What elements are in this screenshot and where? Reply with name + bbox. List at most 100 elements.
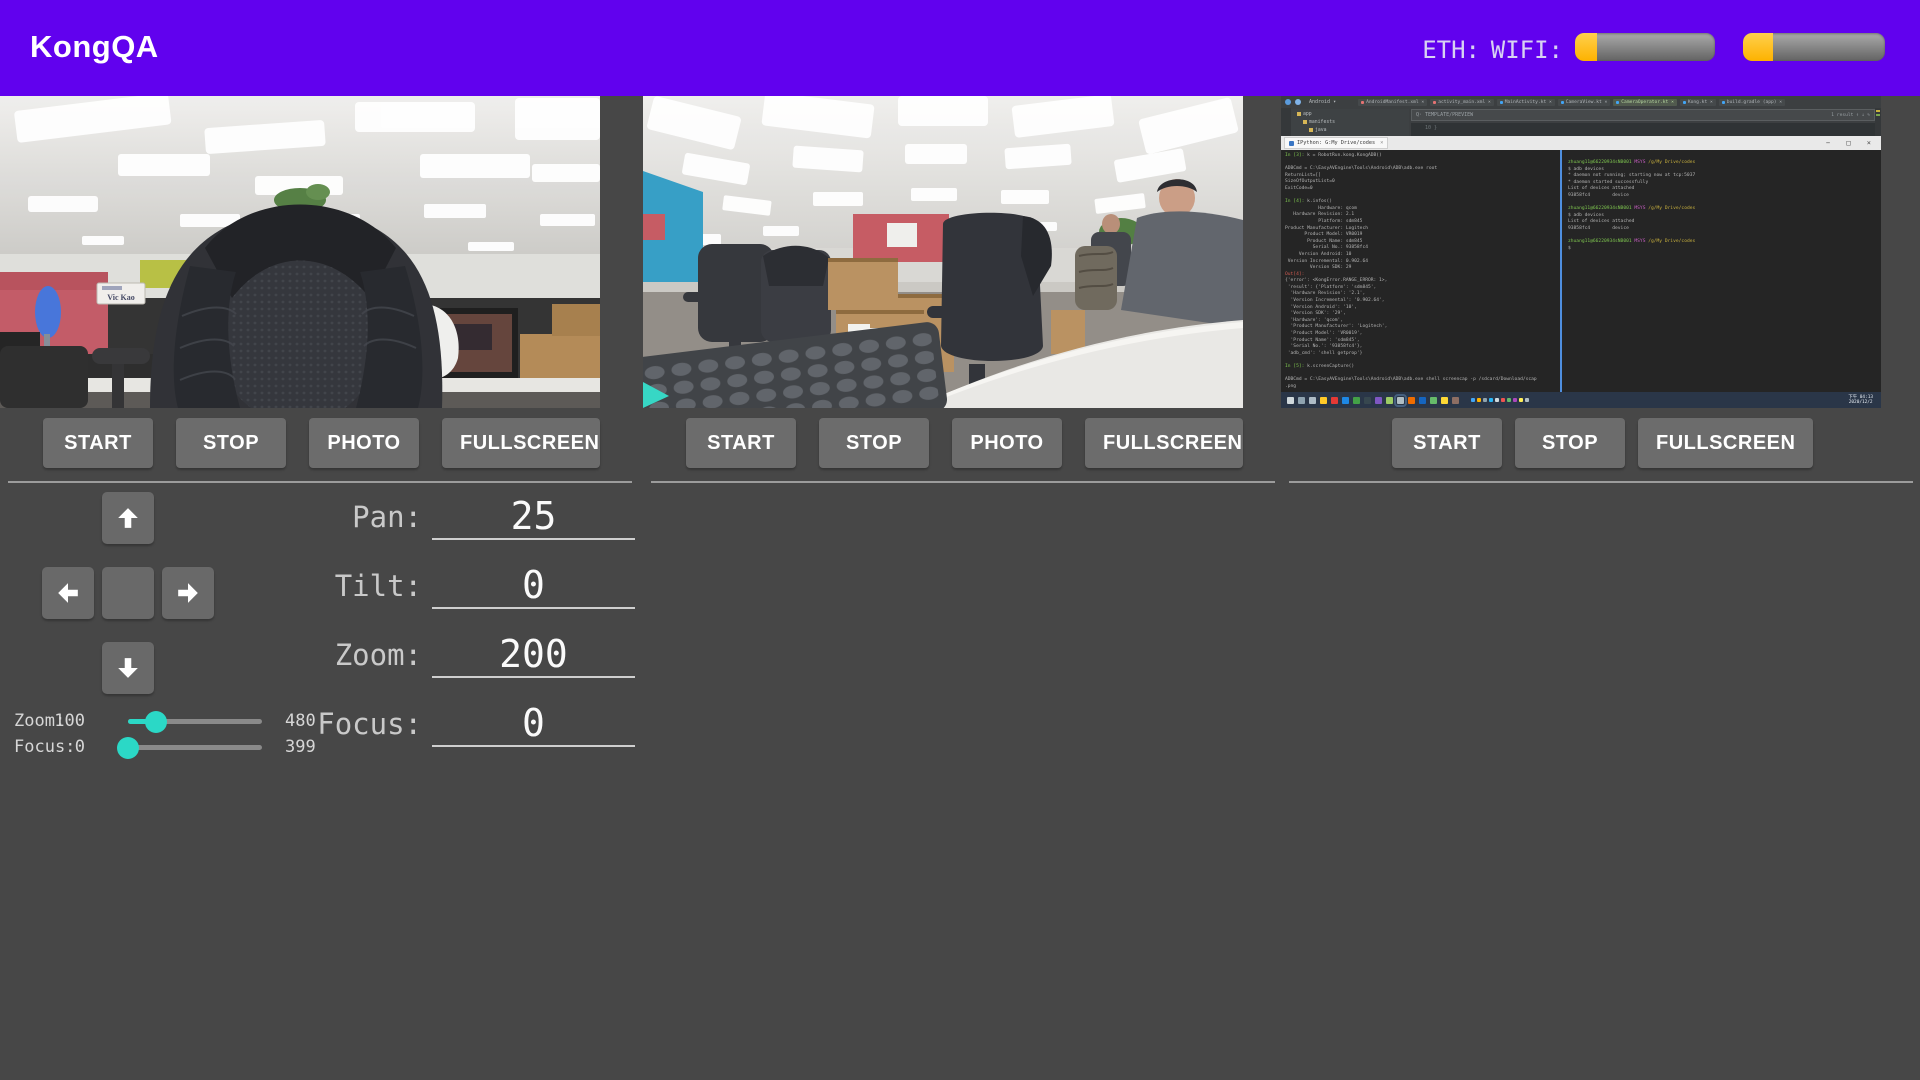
eth-label: ETH: xyxy=(1422,36,1480,64)
console-line: SizeOfOutputList=0 xyxy=(1285,179,1560,186)
arrow-up-icon xyxy=(116,506,140,530)
pan-right-button[interactable] xyxy=(162,567,214,619)
search-icon xyxy=(1298,397,1305,404)
camera-feed-2-image xyxy=(643,96,1243,408)
camera-feed-1-image: Vic Kao xyxy=(0,96,600,408)
console-line: zhuang11@66220934sNB001 MSYS /g/My Drive… xyxy=(1568,160,1881,167)
camera-1-photo-button[interactable]: PHOTO xyxy=(309,418,419,468)
console-line: List of devices attached xyxy=(1568,219,1881,226)
tilt-field-row: Tilt: 0 xyxy=(255,563,635,609)
tray-icon xyxy=(1483,398,1487,402)
taskbar-tray-icons xyxy=(1471,398,1529,402)
zoom-slider-thumb[interactable] xyxy=(145,711,167,733)
studio-tab: AndroidManifest.xml × xyxy=(1358,99,1427,106)
tray-icon xyxy=(1501,398,1505,402)
camera-1-toolbar: START STOP PHOTO FULLSCREEN xyxy=(0,418,600,468)
console-line: Platform: sdm845 xyxy=(1285,219,1560,226)
camera-2-photo-button[interactable]: PHOTO xyxy=(952,418,1062,468)
ipython-window-tab: IPython: G:My Drive/codes × xyxy=(1284,137,1388,149)
camera-2-fullscreen-button[interactable]: FULLSCREEN xyxy=(1085,418,1243,468)
ipython-window-title: IPython: G:My Drive/codes xyxy=(1297,140,1375,146)
camera-1-stop-button[interactable]: STOP xyxy=(176,418,286,468)
camera-3-stop-button[interactable]: STOP xyxy=(1515,418,1625,468)
camera-2-toolbar: START STOP PHOTO FULLSCREEN xyxy=(643,418,1243,468)
focus-slider-thumb[interactable] xyxy=(117,737,139,759)
camera-3-fullscreen-button[interactable]: FULLSCREEN xyxy=(1638,418,1813,468)
camera-panel-1: Vic Kao xyxy=(0,96,600,483)
file-type-icon xyxy=(1433,101,1436,104)
studio-tab-strip: AndroidManifest.xml ×activity_main.xml ×… xyxy=(1358,99,1785,106)
window-dot-icon xyxy=(1295,99,1301,105)
browser-icon xyxy=(1353,397,1360,404)
console-line: Version Android: 10 xyxy=(1285,252,1560,259)
file-type-icon xyxy=(1616,101,1619,104)
eth-level-bar-fill xyxy=(1575,33,1597,61)
console-line: 'adb_cmd': 'shell getprop'} xyxy=(1285,351,1560,358)
start-icon xyxy=(1287,397,1294,404)
kongqa-app-icon xyxy=(1364,397,1371,404)
file-type-icon xyxy=(1683,101,1686,104)
tree-item: java xyxy=(1297,126,1409,134)
camera-panel-3: Android ▾ AndroidManifest.xml ×activity_… xyxy=(1281,96,1881,483)
console-line: In [5]: k.screenCapture() xyxy=(1285,364,1560,371)
arrow-down-icon xyxy=(116,656,140,680)
gdrive-icon xyxy=(1331,397,1338,404)
tilt-field-input[interactable]: 0 xyxy=(432,563,635,609)
focus-field-label: Focus: xyxy=(255,707,422,741)
media-icon xyxy=(1419,397,1426,404)
camera-3-start-button[interactable]: START xyxy=(1392,418,1502,468)
wifi-level-bar xyxy=(1743,33,1885,61)
zoom-field-label: Zoom: xyxy=(255,638,422,672)
page-title: KongQA xyxy=(30,29,159,65)
camera-2-divider xyxy=(651,481,1275,483)
android-studio-window: Android ▾ AndroidManifest.xml ×activity_… xyxy=(1281,96,1881,136)
ptz-control-section: Zoom: 100 480 Focus: 0 399 Pan: 25 Tilt:… xyxy=(0,482,645,782)
window-controls: − □ × xyxy=(1826,139,1877,147)
zoom-slider-value: 100 xyxy=(40,711,85,731)
focus-field-input[interactable]: 0 xyxy=(432,701,635,747)
tilt-down-button[interactable] xyxy=(102,642,154,694)
console-body: In [3]: k = RobotRun.kong.KongADB() ADBC… xyxy=(1281,150,1881,392)
studio-tab: MainActivity.kt × xyxy=(1497,99,1555,106)
camera-1-start-button[interactable]: START xyxy=(43,418,153,468)
ptz-center-button[interactable] xyxy=(102,567,154,619)
studio-left-strip xyxy=(1281,108,1291,136)
studio-tab: CameraOperator.kt × xyxy=(1613,99,1677,106)
msys-terminal-pane: zhuang11@66220934sNB001 MSYS /g/My Drive… xyxy=(1562,150,1881,392)
console-line: 'Product Model': 'VR0019', xyxy=(1285,331,1560,338)
camera-2-start-button[interactable]: START xyxy=(686,418,796,468)
console-line: Product Model: VR0019 xyxy=(1285,232,1560,239)
console-line: 'Version SDK': '29', xyxy=(1285,311,1560,318)
file-type-icon xyxy=(1561,101,1564,104)
task-view-icon xyxy=(1309,397,1316,404)
lambda-icon xyxy=(1386,397,1393,404)
console-line: In [4]: k.infos() xyxy=(1285,199,1560,206)
window-dot-icon xyxy=(1285,99,1291,105)
tray-icon xyxy=(1519,398,1523,402)
console-line: 'Version Incremental': '0.902.64', xyxy=(1285,298,1560,305)
tray-icon xyxy=(1489,398,1493,402)
zoom-field-input[interactable]: 200 xyxy=(432,632,635,678)
tray-icon xyxy=(1471,398,1475,402)
tab-close-icon: × xyxy=(1380,140,1383,146)
console-line: * daemon not running; starting now at tc… xyxy=(1568,173,1881,180)
clock-date: 2020/12/2 xyxy=(1849,400,1873,405)
ipython-icon xyxy=(1289,141,1294,146)
studio-scrollbar xyxy=(1875,108,1881,136)
tray-icon xyxy=(1495,398,1499,402)
pan-field-input[interactable]: 25 xyxy=(432,494,635,540)
studio-tab: Kong.kt × xyxy=(1680,99,1716,106)
tilt-up-button[interactable] xyxy=(102,492,154,544)
file-type-icon xyxy=(1361,101,1364,104)
camera-2-stop-button[interactable]: STOP xyxy=(819,418,929,468)
camera-1-fullscreen-button[interactable]: FULLSCREEN xyxy=(442,418,600,468)
file-type-icon xyxy=(1500,101,1503,104)
studio-search-bar: Q· TEMPLATE/PREVIEW 1 result ↑ ↓ ✎ xyxy=(1411,109,1875,121)
focus-slider-track[interactable] xyxy=(128,745,262,750)
pan-left-button[interactable] xyxy=(42,567,94,619)
edge-icon xyxy=(1342,397,1349,404)
studio-editor-line: 10 } xyxy=(1411,123,1875,136)
taskbar-clock: 下午 04:13 2020/12/2 xyxy=(1848,395,1873,405)
ipython-console-pane: In [3]: k = RobotRun.kong.KongADB() ADBC… xyxy=(1281,150,1560,392)
console-line: 93858fc4 device xyxy=(1568,226,1881,233)
